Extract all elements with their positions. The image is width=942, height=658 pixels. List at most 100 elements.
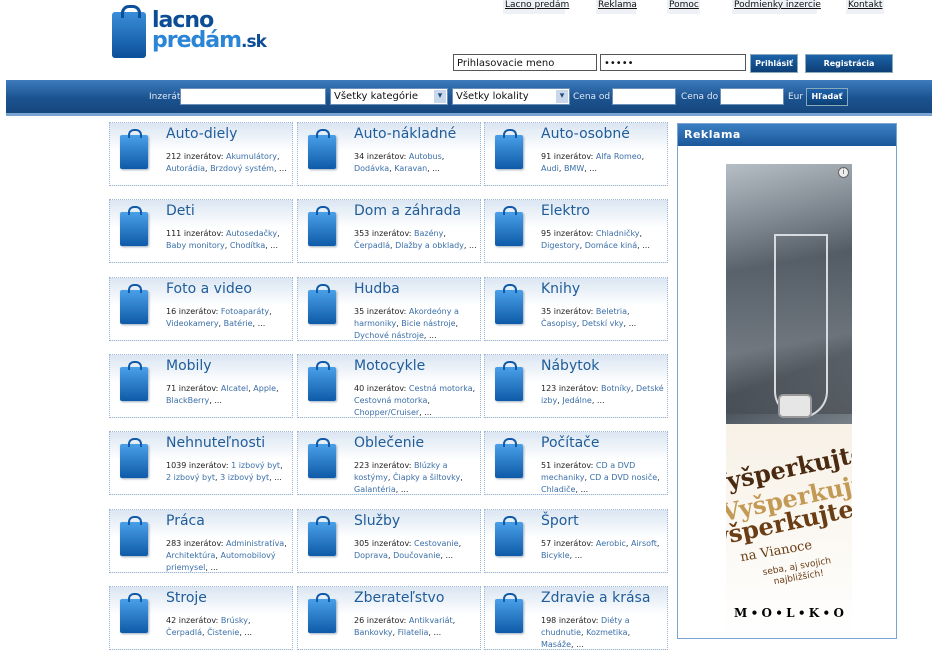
subcategory-link[interactable]: Fotoaparáty	[221, 307, 269, 316]
subcategory-link[interactable]: Brzdový systém	[210, 164, 274, 173]
category-title-link[interactable]: Služby	[354, 513, 400, 529]
subcategory-link[interactable]: Čiapky a šiltovky	[393, 473, 460, 482]
nav-kontakt[interactable]: Kontakt	[848, 0, 882, 10]
subcategory-link[interactable]: Autosedačky	[226, 229, 277, 238]
category-card[interactable]: Oblečenie 223 inzerátov: Blúzky a kostýmy…	[297, 431, 481, 495]
subcategory-link[interactable]: Airsoft	[631, 539, 657, 548]
subcategory-link[interactable]: Dodávka	[354, 164, 389, 173]
category-card[interactable]: Zberateľstvo 26 inzerátov: Antikvariát, B…	[297, 586, 481, 650]
subcategory-link[interactable]: Chodítka	[230, 241, 265, 250]
subcategory-link[interactable]: Čerpadlá	[354, 241, 390, 250]
nav-lacno-predam[interactable]: Lacno predám	[505, 0, 569, 10]
subcategory-link[interactable]: Cestovanie	[414, 539, 459, 548]
category-card[interactable]: Elektro 95 inzerátov: Chladničky, Digesto…	[484, 199, 668, 263]
category-title-link[interactable]: Nehnuteľnosti	[166, 435, 265, 451]
category-card[interactable]: Počítače 51 inzerátov: CD a DVD mechaniky…	[484, 431, 668, 495]
nav-podmienky-inzercie[interactable]: Podmienky inzercie	[734, 0, 821, 10]
subcategory-link[interactable]: Baby monitory	[166, 241, 225, 250]
subcategory-link[interactable]: Bicie nástroje	[401, 319, 455, 328]
register-button[interactable]: Registrácia zdarma	[805, 54, 893, 86]
subcategory-link[interactable]: Galantéria	[354, 485, 396, 494]
subcategory-link[interactable]: Dlažby a obklady	[395, 241, 464, 250]
category-title-link[interactable]: Auto-osobné	[541, 126, 630, 142]
subcategory-link[interactable]: Botníky	[601, 384, 631, 393]
subcategory-link[interactable]: Dychové nástroje	[354, 331, 424, 340]
category-title-link[interactable]: Motocykle	[354, 358, 425, 374]
subcategory-link[interactable]: Karavan	[394, 164, 427, 173]
location-select[interactable]: Všetky lokality	[452, 88, 570, 105]
subcategory-link[interactable]: Masáže	[541, 640, 571, 649]
category-card[interactable]: Nehnuteľnosti 1039 inzerátov: 1 izbový by…	[109, 431, 293, 495]
category-card[interactable]: Mobily 71 inzerátov: Alcatel, Apple, Blac…	[109, 354, 293, 418]
advertisement-banner[interactable]: i Vyšperkujte Vyšperkujte Vyšperkujte na…	[726, 164, 852, 637]
subcategory-link[interactable]: Brúsky	[221, 616, 248, 625]
subcategory-link[interactable]: CD a DVD nosiče	[590, 473, 658, 482]
subcategory-link[interactable]: Architektúra	[166, 551, 215, 560]
category-title-link[interactable]: Elektro	[541, 203, 590, 219]
subcategory-link[interactable]: Chladiče	[541, 485, 575, 494]
category-title-link[interactable]: Práca	[166, 513, 205, 529]
subcategory-link[interactable]: Cestovná motorka	[354, 396, 427, 405]
subcategory-link[interactable]: Alfa Romeo	[596, 152, 642, 161]
ad-info-icon[interactable]: i	[838, 167, 849, 178]
category-title-link[interactable]: Počítače	[541, 435, 599, 451]
category-card[interactable]: Nábytok 123 inzerátov: Botníky, Detské iz…	[484, 354, 668, 418]
category-card[interactable]: Hudba 35 inzerátov: Akordeóny a harmoniky…	[297, 277, 481, 341]
subcategory-link[interactable]: Cestná motorka	[409, 384, 473, 393]
price-to-input[interactable]	[720, 88, 784, 105]
subcategory-link[interactable]: 1 izbový byt	[231, 461, 280, 470]
category-card[interactable]: Auto-nákladné 34 inzerátov: Autobus, Dodá…	[297, 122, 481, 186]
subcategory-link[interactable]: Chopper/Cruiser	[354, 408, 419, 417]
search-button[interactable]: Hľadať	[806, 88, 848, 106]
subcategory-link[interactable]: Detskí vky	[582, 319, 624, 328]
category-title-link[interactable]: Nábytok	[541, 358, 599, 374]
subcategory-link[interactable]: Jedálne	[562, 396, 591, 405]
category-card[interactable]: Auto-diely 212 inzerátov: Akumulátory, Au…	[109, 122, 293, 186]
category-card[interactable]: Auto-osobné 91 inzerátov: Alfa Romeo, Aud…	[484, 122, 668, 186]
category-title-link[interactable]: Zberateľstvo	[354, 590, 444, 606]
subcategory-link[interactable]: 2 izbový byt	[166, 473, 215, 482]
login-button[interactable]: Prihlásiť	[750, 54, 798, 73]
category-card[interactable]: Deti 111 inzerátov: Autosedačky, Baby mon…	[109, 199, 293, 263]
category-title-link[interactable]: Deti	[166, 203, 195, 219]
subcategory-link[interactable]: Filatelia	[398, 628, 429, 637]
category-card[interactable]: Motocykle 40 inzerátov: Cestná motorka, C…	[297, 354, 481, 418]
category-card[interactable]: Zdravie a krása 198 inzerátov: Diéty a ch…	[484, 586, 668, 650]
category-title-link[interactable]: Mobily	[166, 358, 212, 374]
subcategory-link[interactable]: Beletria	[596, 307, 627, 316]
category-title-link[interactable]: Knihy	[541, 281, 580, 297]
nav-pomoc[interactable]: Pomoc	[669, 0, 699, 10]
category-title-link[interactable]: Stroje	[166, 590, 207, 606]
subcategory-link[interactable]: Videokamery	[166, 319, 219, 328]
subcategory-link[interactable]: Doučovanie	[393, 551, 440, 560]
category-card[interactable]: Dom a záhrada 353 inzerátov: Bazény, Čerp…	[297, 199, 481, 263]
password-input[interactable]: •••••	[600, 54, 746, 71]
subcategory-link[interactable]: BMW	[564, 164, 584, 173]
category-title-link[interactable]: Auto-nákladné	[354, 126, 456, 142]
subcategory-link[interactable]: Audi	[541, 164, 559, 173]
subcategory-link[interactable]: Administratíva	[226, 539, 284, 548]
subcategory-link[interactable]: Domáce kiná	[585, 241, 637, 250]
category-title-link[interactable]: Auto-diely	[166, 126, 237, 142]
category-title-link[interactable]: Oblečenie	[354, 435, 424, 451]
subcategory-link[interactable]: Batérie	[224, 319, 253, 328]
subcategory-link[interactable]: 3 izbový byt	[220, 473, 269, 482]
ad-search-input[interactable]	[180, 88, 326, 105]
username-input[interactable]: Prihlasovacie meno	[453, 54, 597, 71]
subcategory-link[interactable]: Antikvariát	[409, 616, 453, 625]
subcategory-link[interactable]: Doprava	[354, 551, 388, 560]
subcategory-link[interactable]: Bankovky	[354, 628, 393, 637]
category-title-link[interactable]: Zdravie a krása	[541, 590, 650, 606]
subcategory-link[interactable]: Autobus	[409, 152, 442, 161]
category-title-link[interactable]: Hudba	[354, 281, 400, 297]
nav-reklama[interactable]: Reklama	[598, 0, 637, 10]
subcategory-link[interactable]: Alcatel	[221, 384, 248, 393]
category-card[interactable]: Foto a video 16 inzerátov: Fotoaparáty, V…	[109, 277, 293, 341]
subcategory-link[interactable]: Kozmetika	[586, 628, 627, 637]
category-card[interactable]: Šport 57 inzerátov: Aerobic, Airsoft, Bic…	[484, 509, 668, 573]
price-from-input[interactable]	[612, 88, 676, 105]
subcategory-link[interactable]: Časopisy	[541, 319, 577, 328]
category-title-link[interactable]: Dom a záhrada	[354, 203, 461, 219]
subcategory-link[interactable]: BlackBerry	[166, 396, 209, 405]
subcategory-link[interactable]: Bicykle	[541, 551, 570, 560]
